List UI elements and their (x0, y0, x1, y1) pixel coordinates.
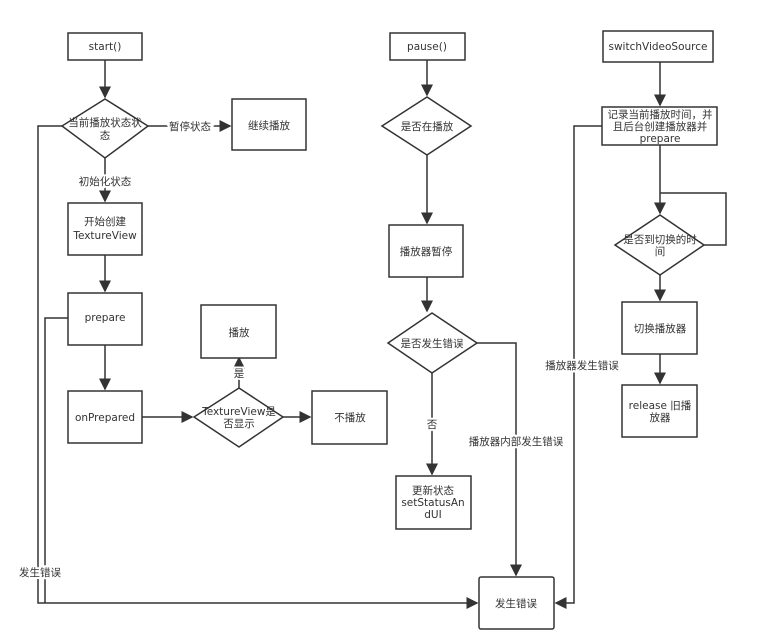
node-start: start() (67, 32, 143, 61)
svg-text:是否在播放: 是否在播放 (401, 120, 454, 133)
node-switch-video-source: switchVideoSource (602, 30, 714, 63)
svg-text:switchVideoSource: switchVideoSource (608, 41, 707, 53)
svg-text:release 旧播: release 旧播 (629, 399, 692, 412)
node-is-playing: 是否在播放 (380, 96, 473, 156)
edge-label-player-error: 播放器发生错误 (545, 359, 619, 372)
svg-text:开始创建: 开始创建 (84, 215, 126, 228)
edge-label-yes: 是 (234, 368, 245, 380)
svg-text:是否到切换的时: 是否到切换的时 (623, 233, 697, 246)
svg-text:start(): start() (89, 41, 122, 53)
node-onprepared: onPrepared (67, 390, 143, 444)
svg-text:态: 态 (100, 129, 111, 142)
svg-text:不播放: 不播放 (334, 411, 366, 424)
svg-text:播放器暂停: 播放器暂停 (400, 245, 453, 258)
node-switch-time: 是否到切换的时间 (613, 214, 706, 276)
svg-text:且后台创建播放器并: 且后台创建播放器并 (613, 120, 708, 133)
edge-label-no: 否 (427, 419, 438, 431)
edge-label-init: 初始化状态 (79, 175, 132, 188)
svg-text:切换播放器: 切换播放器 (634, 322, 687, 335)
node-error-check: 是否发生错误 (386, 312, 479, 374)
svg-text:继续播放: 继续播放 (248, 119, 290, 132)
node-textureview-shown: TextureView是否显示 (192, 387, 285, 448)
node-release-old-player: release 旧播放器 (621, 384, 698, 438)
node-play: 播放 (200, 304, 277, 359)
node-update-status: 更新状态setStatusAndUI (395, 475, 472, 530)
node-no-play: 不播放 (311, 390, 388, 445)
svg-text:放器: 放器 (650, 411, 671, 424)
svg-text:prepare: prepare (640, 133, 681, 145)
svg-text:发生错误: 发生错误 (495, 597, 537, 610)
node-state-check: 当前播放状态状态 (60, 98, 150, 159)
svg-text:dUI: dUI (424, 509, 441, 521)
node-resume: 继续播放 (231, 98, 307, 151)
svg-text:更新状态: 更新状态 (412, 484, 454, 497)
edge-label-error: 发生错误 (19, 566, 61, 579)
svg-text:是否发生错误: 是否发生错误 (401, 337, 464, 350)
svg-text:onPrepared: onPrepared (75, 412, 135, 424)
node-switch-player: 切换播放器 (621, 301, 698, 355)
node-player-pause: 播放器暂停 (388, 224, 464, 278)
flowchart: 暂停状态 初始化状态 是 否 播放器内部发生错误 播放器发生错误 发生错误 st… (17, 30, 727, 630)
svg-text:pause(): pause() (407, 41, 447, 53)
svg-text:prepare: prepare (85, 312, 126, 324)
node-prepare: prepare (67, 292, 143, 346)
node-error: 发生错误 (478, 576, 555, 630)
svg-text:间: 间 (655, 245, 666, 258)
node-pause: pause() (389, 32, 466, 61)
svg-text:TextureView: TextureView (72, 230, 137, 242)
svg-text:TextureView是: TextureView是 (201, 406, 276, 418)
svg-text:setStatusAn: setStatusAn (401, 497, 464, 509)
svg-text:当前播放状态状: 当前播放状态状 (68, 116, 142, 129)
edge-label-paused: 暂停状态 (169, 120, 211, 133)
node-create-textureview: 开始创建 TextureView (67, 202, 143, 256)
svg-text:记录当前播放时间，并: 记录当前播放时间，并 (608, 108, 713, 121)
node-record-time: 记录当前播放时间，并且后台创建播放器并prepare (601, 106, 718, 146)
svg-text:否显示: 否显示 (223, 418, 255, 430)
edge-label-internal-error: 播放器内部发生错误 (469, 435, 564, 448)
svg-text:播放: 播放 (229, 326, 250, 339)
